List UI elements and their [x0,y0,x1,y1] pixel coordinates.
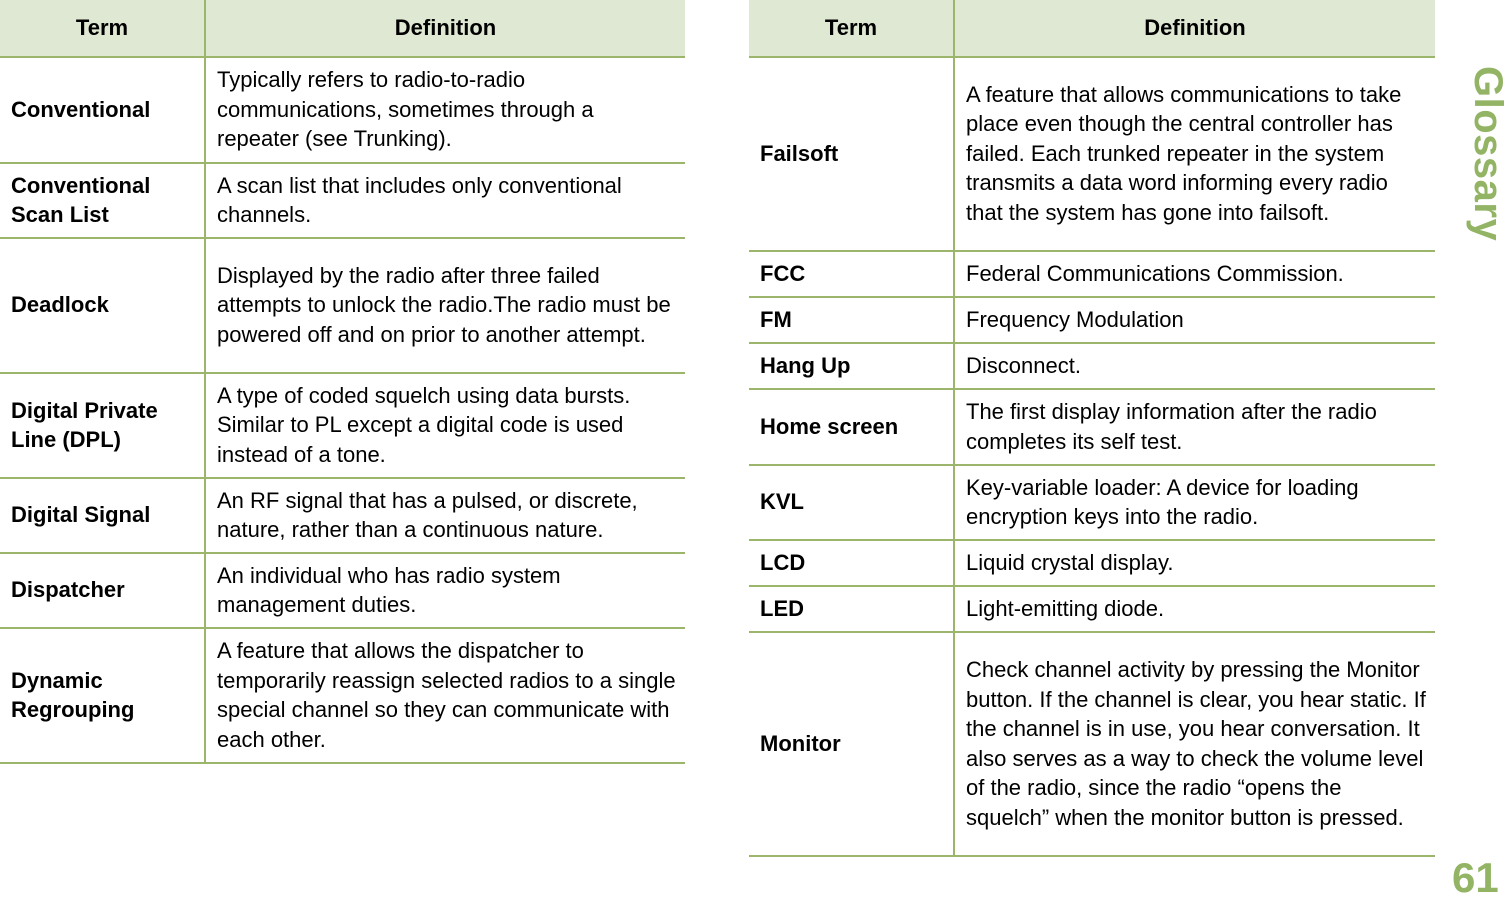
column-header-term: Term [749,0,955,58]
table-row: Dispatcher An individual who has radio s… [0,553,685,629]
definition-cell: Disconnect. [954,343,1435,390]
glossary-table-right: Term Definition Failsoft A feature that … [749,0,1435,857]
term-cell: FCC [749,251,955,298]
column-header-definition: Definition [954,0,1435,58]
table-row: Digital Private Line (DPL) A type of cod… [0,373,685,479]
table-row: Conventional Scan List A scan list that … [0,163,685,239]
table-row: Hang Up Disconnect. [749,343,1435,390]
term-cell: Home screen [749,389,955,466]
page-number: 61 [1452,854,1499,901]
definition-cell: Liquid crystal display. [954,540,1435,587]
table-row: Conventional Typically refers to radio-t… [0,57,685,164]
term-cell: LED [749,586,955,633]
term-cell: Deadlock [0,238,206,374]
term-cell: LCD [749,540,955,587]
term-cell: Hang Up [749,343,955,390]
definition-cell: Federal Communications Commission. [954,251,1435,298]
definition-cell: An RF signal that has a pulsed, or discr… [205,478,685,554]
term-cell: Dynamic Regrouping [0,628,206,764]
term-cell: Digital Private Line (DPL) [0,373,206,479]
term-cell: KVL [749,465,955,541]
term-cell: FM [749,297,955,344]
table-row: KVL Key-variable loader: A device for lo… [749,465,1435,541]
definition-cell: A scan list that includes only conventio… [205,163,685,239]
table-header-row: Term Definition [749,0,1435,58]
term-cell: Failsoft [749,57,955,252]
glossary-table-left: Term Definition Conventional Typically r… [0,0,685,764]
definition-cell: Frequency Modulation [954,297,1435,344]
column-header-term: Term [0,0,206,58]
column-header-definition: Definition [205,0,685,58]
table-row: FCC Federal Communications Commission. [749,251,1435,298]
table-row: Failsoft A feature that allows communica… [749,57,1435,252]
term-cell: Conventional Scan List [0,163,206,239]
section-title: Glossary [1466,66,1506,242]
definition-cell: Displayed by the radio after three faile… [205,238,685,374]
definition-cell: Check channel activity by pressing the M… [954,632,1435,857]
term-cell: Digital Signal [0,478,206,554]
definition-cell: Key-variable loader: A device for loadin… [954,465,1435,541]
table-row: Dynamic Regrouping A feature that allows… [0,628,685,764]
definition-cell: The first display information after the … [954,389,1435,466]
definition-cell: Typically refers to radio-to-radio commu… [205,57,685,164]
table-row: LCD Liquid crystal display. [749,540,1435,587]
term-cell: Dispatcher [0,553,206,629]
table-row: Digital Signal An RF signal that has a p… [0,478,685,554]
definition-cell: Light-emitting diode. [954,586,1435,633]
definition-cell: A feature that allows the dispatcher to … [205,628,685,764]
term-cell: Monitor [749,632,955,857]
table-row: LED Light-emitting diode. [749,586,1435,633]
definition-cell: A feature that allows communications to … [954,57,1435,252]
definition-cell: An individual who has radio system manag… [205,553,685,629]
definition-cell: A type of coded squelch using data burst… [205,373,685,479]
table-row: Monitor Check channel activity by pressi… [749,632,1435,857]
term-cell: Conventional [0,57,206,164]
table-row: Deadlock Displayed by the radio after th… [0,238,685,374]
table-row: Home screen The first display informatio… [749,389,1435,466]
table-row: FM Frequency Modulation [749,297,1435,344]
table-header-row: Term Definition [0,0,685,58]
